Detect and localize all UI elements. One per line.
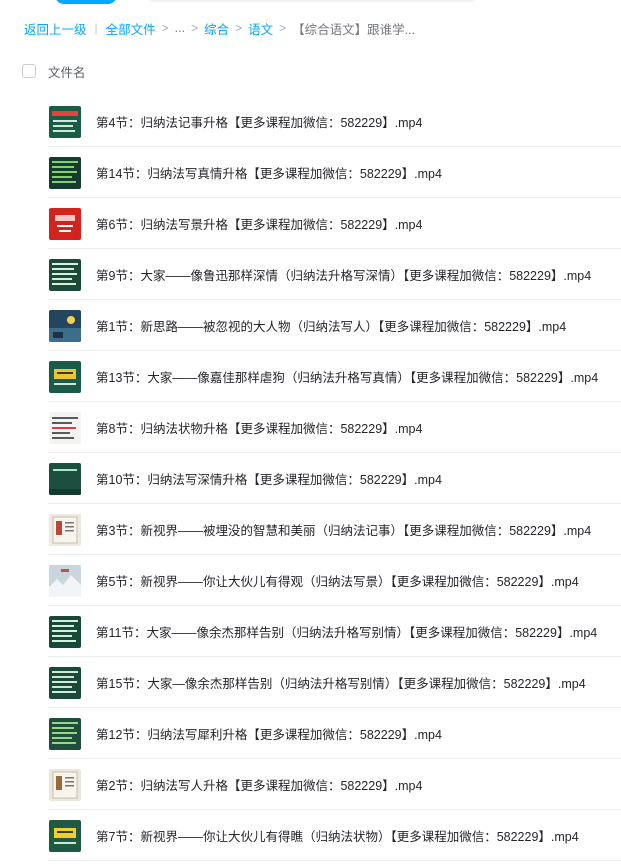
file-name[interactable]: 第9节：大家——像鲁迅那样深情（归纳法升格写深情）【更多课程加微信：582229…	[96, 265, 591, 284]
video-thumbnail-icon[interactable]	[49, 105, 81, 138]
video-thumbnail-icon[interactable]	[49, 666, 81, 699]
file-row[interactable]: 第11节：大家——像余杰那样告别（归纳法升格写别情）【更多课程加微信：58222…	[0, 606, 621, 657]
file-row[interactable]: 第13节：大家——像嘉佳那样虐狗（归纳法升格写真情）【更多课程加微信：58222…	[0, 351, 621, 402]
file-name[interactable]: 第15节：大家—像余杰那样告别（归纳法升格写别情）【更多课程加微信：582229…	[96, 673, 586, 692]
file-row[interactable]: 第4节：归纳法记事升格【更多课程加微信：582229】.mp4	[0, 96, 621, 147]
file-row[interactable]: 第12节：归纳法写犀利升格【更多课程加微信：582229】.mp4	[0, 708, 621, 759]
file-name[interactable]: 第7节：新视界——你让大伙儿有得瞧（归纳法状物）【更多课程加微信：582229】…	[96, 826, 579, 845]
video-thumbnail-icon[interactable]	[49, 411, 81, 444]
file-name[interactable]: 第4节：归纳法记事升格【更多课程加微信：582229】.mp4	[96, 112, 422, 131]
video-thumbnail-icon[interactable]	[49, 309, 81, 342]
file-name[interactable]: 第11节：大家——像余杰那样告别（归纳法升格写别情）【更多课程加微信：58222…	[96, 622, 597, 641]
chevron-right-icon: >	[191, 21, 199, 35]
video-thumbnail-icon[interactable]	[49, 258, 81, 291]
video-thumbnail-icon[interactable]	[49, 156, 81, 189]
toolbar-edge	[147, 0, 477, 2]
file-name[interactable]: 第13节：大家——像嘉佳那样虐狗（归纳法升格写真情）【更多课程加微信：58222…	[96, 367, 598, 386]
file-name[interactable]: 第14节：归纳法写真情升格【更多课程加微信：582229】.mp4	[96, 163, 442, 182]
breadcrumb-divider: |	[94, 21, 98, 35]
file-row[interactable]: 第8节：归纳法状物升格【更多课程加微信：582229】.mp4	[0, 402, 621, 453]
file-row[interactable]: 第2节：归纳法写人升格【更多课程加微信：582229】.mp4	[0, 759, 621, 810]
video-thumbnail-icon[interactable]	[49, 207, 81, 240]
video-thumbnail-icon[interactable]	[49, 462, 81, 495]
file-name[interactable]: 第3节：新视界——被埋没的智慧和美丽（归纳法记事）【更多课程加微信：582229…	[96, 520, 591, 539]
video-thumbnail-icon[interactable]	[49, 360, 81, 393]
file-name[interactable]: 第1节：新思路——被忽视的大人物（归纳法写人）【更多课程加微信：582229】.…	[96, 316, 566, 335]
file-name[interactable]: 第10节：归纳法写深情升格【更多课程加微信：582229】.mp4	[96, 469, 442, 488]
file-name[interactable]: 第12节：归纳法写犀利升格【更多课程加微信：582229】.mp4	[96, 724, 442, 743]
chevron-right-icon: >	[279, 21, 287, 35]
breadcrumb-ellipsis[interactable]: ...	[175, 21, 185, 35]
file-name[interactable]: 第6节：归纳法写景升格【更多课程加微信：582229】.mp4	[96, 214, 422, 233]
file-row[interactable]: 第1节：新思路——被忽视的大人物（归纳法写人）【更多课程加微信：582229】.…	[0, 300, 621, 351]
file-name[interactable]: 第5节：新视界——你让大伙儿有得观（归纳法写景）【更多课程加微信：582229】…	[96, 571, 579, 590]
list-header: 文件名	[22, 60, 621, 82]
all-files-link[interactable]: 全部文件	[106, 19, 156, 38]
video-thumbnail-icon[interactable]	[49, 768, 81, 801]
breadcrumb-item-yuwen[interactable]: 语文	[248, 19, 273, 38]
breadcrumb-item-zonghe[interactable]: 综合	[204, 19, 229, 38]
file-row[interactable]: 第3节：新视界——被埋没的智慧和美丽（归纳法记事）【更多课程加微信：582229…	[0, 504, 621, 555]
video-thumbnail-icon[interactable]	[49, 513, 81, 546]
video-thumbnail-icon[interactable]	[49, 819, 81, 852]
select-all-checkbox[interactable]	[22, 64, 36, 78]
primary-action-button-edge[interactable]	[55, 0, 117, 4]
breadcrumb-current: 【综合语文】跟谁学...	[292, 22, 416, 37]
chevron-right-icon: >	[161, 21, 169, 35]
breadcrumb: 返回上一级 | 全部文件 > ... > 综合 > 语文 > 【综合语文】跟谁学…	[24, 18, 415, 38]
file-name[interactable]: 第2节：归纳法写人升格【更多课程加微信：582229】.mp4	[96, 775, 422, 794]
file-row[interactable]: 第14节：归纳法写真情升格【更多课程加微信：582229】.mp4	[0, 147, 621, 198]
video-thumbnail-icon[interactable]	[49, 564, 81, 597]
file-row[interactable]: 第5节：新视界——你让大伙儿有得观（归纳法写景）【更多课程加微信：582229】…	[0, 555, 621, 606]
chevron-right-icon: >	[235, 21, 243, 35]
file-row[interactable]: 第15节：大家—像余杰那样告别（归纳法升格写别情）【更多课程加微信：582229…	[0, 657, 621, 708]
file-row[interactable]: 第7节：新视界——你让大伙儿有得瞧（归纳法状物）【更多课程加微信：582229】…	[0, 810, 621, 861]
video-thumbnail-icon[interactable]	[49, 615, 81, 648]
column-header-filename[interactable]: 文件名	[48, 62, 86, 81]
file-row[interactable]: 第10节：归纳法写深情升格【更多课程加微信：582229】.mp4	[0, 453, 621, 504]
file-name[interactable]: 第8节：归纳法状物升格【更多课程加微信：582229】.mp4	[96, 418, 422, 437]
file-row[interactable]: 第9节：大家——像鲁迅那样深情（归纳法升格写深情）【更多课程加微信：582229…	[0, 249, 621, 300]
back-link[interactable]: 返回上一级	[24, 19, 87, 38]
file-row[interactable]: 第6节：归纳法写景升格【更多课程加微信：582229】.mp4	[0, 198, 621, 249]
file-list: 第4节：归纳法记事升格【更多课程加微信：582229】.mp4 第14节：归纳法…	[0, 96, 621, 861]
video-thumbnail-icon[interactable]	[49, 717, 81, 750]
